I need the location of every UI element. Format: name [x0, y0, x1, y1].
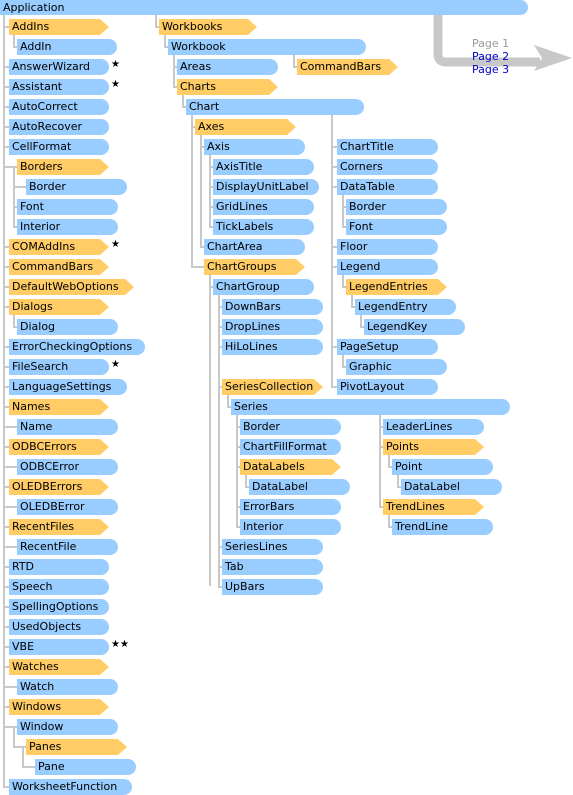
node-axes[interactable]: Axes	[195, 119, 296, 135]
node-autocorrect[interactable]: AutoCorrect	[9, 99, 109, 115]
node-speech[interactable]: Speech	[9, 579, 109, 595]
node-rtd[interactable]: RTD	[9, 559, 109, 575]
node-cf-border[interactable]: Border	[26, 179, 127, 195]
node-legendkey[interactable]: LegendKey	[364, 319, 465, 335]
page-3-link[interactable]: Page 3	[472, 64, 509, 76]
node-windows[interactable]: Windows	[9, 699, 109, 715]
node-commandbars[interactable]: CommandBars	[9, 259, 109, 275]
node-oledberror[interactable]: OLEDBError	[17, 499, 118, 515]
star-icon: ★	[111, 359, 120, 370]
node-gridlines[interactable]: GridLines	[213, 199, 314, 215]
node-answerwizard[interactable]: AnswerWizard	[9, 59, 109, 75]
node-pivotlayout[interactable]: PivotLayout	[337, 379, 438, 395]
node-datalabels[interactable]: DataLabels	[240, 459, 341, 475]
node-application[interactable]: Application	[0, 0, 528, 15]
node-legend[interactable]: Legend	[337, 259, 438, 275]
node-leaderlines[interactable]: LeaderLines	[383, 419, 484, 435]
node-droplines[interactable]: DropLines	[222, 319, 323, 335]
page-1-label: Page 1	[472, 37, 510, 50]
node-odbcerrors[interactable]: ODBCErrors	[9, 439, 109, 455]
node-datalabel[interactable]: DataLabel	[249, 479, 350, 495]
node-spellingoptions[interactable]: SpellingOptions	[9, 599, 109, 615]
node-chartfillformat[interactable]: ChartFillFormat	[240, 439, 341, 455]
node-addin[interactable]: AddIn	[17, 39, 117, 55]
node-errorbars[interactable]: ErrorBars	[240, 499, 341, 515]
node-cf-interior[interactable]: Interior	[17, 219, 118, 235]
node-chart[interactable]: Chart	[186, 99, 364, 115]
node-axis[interactable]: Axis	[204, 139, 305, 155]
node-charts[interactable]: Charts	[177, 79, 278, 95]
page-2-link[interactable]: Page 2	[472, 51, 509, 63]
node-dt-font[interactable]: Font	[346, 219, 447, 235]
node-datatable[interactable]: DataTable	[337, 179, 438, 195]
node-s-interior[interactable]: Interior	[240, 519, 341, 535]
node-corners[interactable]: Corners	[337, 159, 438, 175]
node-chartarea[interactable]: ChartArea	[204, 239, 305, 255]
star-icon: ★	[111, 79, 120, 90]
node-name[interactable]: Name	[17, 419, 118, 435]
node-downbars[interactable]: DownBars	[222, 299, 323, 315]
node-hilolines[interactable]: HiLoLines	[222, 339, 323, 355]
node-point[interactable]: Point	[392, 459, 493, 475]
node-recentfile[interactable]: RecentFile	[17, 539, 118, 555]
node-cf-font[interactable]: Font	[17, 199, 118, 215]
node-chartgroup[interactable]: ChartGroup	[213, 279, 314, 295]
node-displayunitlabel[interactable]: DisplayUnitLabel	[213, 179, 319, 195]
node-legendentries[interactable]: LegendEntries	[346, 279, 447, 295]
node-odbcerror[interactable]: ODBCError	[17, 459, 118, 475]
node-floor[interactable]: Floor	[337, 239, 438, 255]
node-errorcheckingoptions[interactable]: ErrorCheckingOptions	[9, 339, 145, 355]
node-seriescollection[interactable]: SeriesCollection	[222, 379, 323, 395]
node-pane[interactable]: Pane	[35, 759, 136, 775]
node-cf-borders[interactable]: Borders	[17, 159, 109, 175]
node-wb-commandbars[interactable]: CommandBars	[297, 59, 398, 75]
node-workbooks[interactable]: Workbooks	[159, 19, 257, 35]
node-axistitle[interactable]: AxisTitle	[213, 159, 314, 175]
node-dialog[interactable]: Dialog	[17, 319, 118, 335]
node-worksheetfunction[interactable]: WorksheetFunction	[9, 779, 132, 795]
node-vbe[interactable]: VBE	[9, 639, 109, 655]
node-workbook[interactable]: Workbook	[168, 39, 366, 55]
node-dt-border[interactable]: Border	[346, 199, 447, 215]
node-names[interactable]: Names	[9, 399, 109, 415]
node-points[interactable]: Points	[383, 439, 484, 455]
node-areas[interactable]: Areas	[177, 59, 278, 75]
node-languagesettings[interactable]: LanguageSettings	[9, 379, 127, 395]
node-trendline[interactable]: TrendLine	[392, 519, 493, 535]
node-ticklabels[interactable]: TickLabels	[213, 219, 314, 235]
node-autorecover[interactable]: AutoRecover	[9, 119, 109, 135]
node-upbars[interactable]: UpBars	[222, 579, 323, 595]
node-chartgroups[interactable]: ChartGroups	[204, 259, 305, 275]
node-oledberrors[interactable]: OLEDBErrors	[9, 479, 109, 495]
star-icon: ★	[111, 239, 120, 250]
node-p-datalabel[interactable]: DataLabel	[401, 479, 502, 495]
node-assistant[interactable]: Assistant	[9, 79, 109, 95]
node-watch[interactable]: Watch	[17, 679, 118, 695]
node-recentfiles[interactable]: RecentFiles	[9, 519, 109, 535]
node-usedobjects[interactable]: UsedObjects	[9, 619, 109, 635]
node-series[interactable]: Series	[231, 399, 510, 415]
node-dialogs[interactable]: Dialogs	[9, 299, 109, 315]
node-defaultweboptions[interactable]: DefaultWebOptions	[9, 279, 134, 295]
node-s-border[interactable]: Border	[240, 419, 341, 435]
node-graphic[interactable]: Graphic	[346, 359, 447, 375]
node-serieslines[interactable]: SeriesLines	[222, 539, 323, 555]
node-tab[interactable]: Tab	[222, 559, 323, 575]
node-panes[interactable]: Panes	[26, 739, 127, 755]
node-watches[interactable]: Watches	[9, 659, 109, 675]
node-comaddins[interactable]: COMAddIns	[9, 239, 109, 255]
node-filesearch[interactable]: FileSearch	[9, 359, 109, 375]
node-trendlines[interactable]: TrendLines	[383, 499, 484, 515]
node-pagesetup[interactable]: PageSetup	[337, 339, 438, 355]
star-icon: ★	[111, 59, 120, 70]
node-window[interactable]: Window	[17, 719, 118, 735]
node-cellformat[interactable]: CellFormat	[9, 139, 109, 155]
double-star-icon: ★★	[111, 639, 129, 650]
node-charttitle[interactable]: ChartTitle	[337, 139, 438, 155]
node-legendentry[interactable]: LegendEntry	[355, 299, 456, 315]
node-addins[interactable]: AddIns	[9, 19, 109, 35]
object-model-diagram: Application AddIns AddIn AnswerWizard ★ Assi…	[0, 0, 573, 795]
